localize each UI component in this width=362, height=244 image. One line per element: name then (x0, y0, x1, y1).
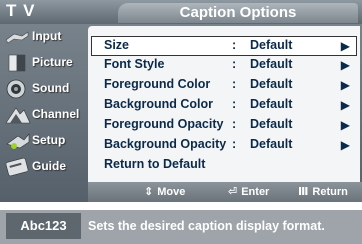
sidebar-item-channel[interactable]: Channel (0, 102, 88, 128)
input-icon (5, 31, 29, 44)
page-title: Caption Options (179, 4, 297, 21)
sidebar-item-picture[interactable]: Picture (0, 50, 88, 76)
guide-icon (5, 157, 29, 177)
menu-row-value: Default (250, 137, 293, 151)
sidebar-item-setup[interactable]: Setup (0, 128, 88, 154)
menu-row-colon: : (232, 57, 237, 71)
menu-row-value: Default (250, 77, 293, 91)
setup-icon (6, 133, 30, 149)
return-label: Return (312, 186, 348, 198)
menu-row-label: Background Opacity (104, 137, 227, 151)
sound-icon (6, 79, 26, 99)
menu-header: T V Caption Options (0, 0, 362, 24)
menu-row-label: Size (104, 38, 130, 52)
menu-row-colon: : (232, 97, 237, 111)
sidebar-item-label: Sound (32, 81, 70, 95)
right-arrow-icon: ▶ (340, 118, 350, 132)
menu-row-size[interactable]: Size : Default ▶ (91, 36, 357, 56)
menu-row-value: Default (250, 38, 293, 52)
caption-options-panel: Size : Default ▶ Font Style : Default ▶ … (88, 26, 360, 182)
enter-hint: ⏎ Enter (228, 185, 269, 198)
sidebar-item-label: Setup (32, 133, 66, 147)
menu-row-colon: : (232, 38, 237, 52)
help-tag: Abc123 (6, 213, 81, 239)
sidebar-item-label: Channel (32, 107, 80, 121)
menu-row-foreground-color[interactable]: Foreground Color : Default ▶ (92, 76, 356, 94)
channel-icon (5, 107, 31, 124)
help-text: Sets the desired caption display format. (88, 219, 325, 233)
sidebar: Input Picture Sound Channel Setup Guide (0, 24, 88, 182)
menu-row-label: Foreground Color (104, 77, 211, 91)
menu-footer: ⇕ Move ⏎ Enter Ⅲ Return (88, 182, 362, 202)
menu-row-background-opacity[interactable]: Background Opacity : Default ▶ (92, 136, 356, 154)
menu-row-value: Default (250, 117, 293, 131)
menu-row-foreground-opacity[interactable]: Foreground Opacity : Default ▶ (92, 116, 356, 134)
sidebar-item-label: Input (32, 29, 62, 43)
menu-row-font-style[interactable]: Font Style : Default ▶ (92, 56, 356, 74)
right-arrow-icon: ▶ (340, 78, 350, 92)
menu-category-label: T V (6, 1, 36, 20)
menu-row-value: Default (250, 57, 293, 71)
menu-row-label: Return to Default (104, 157, 206, 171)
menu-row-label: Background Color (104, 97, 214, 111)
move-hint: ⇕ Move (144, 185, 185, 198)
title-tab: Caption Options (118, 3, 358, 23)
right-arrow-icon: ▶ (340, 98, 350, 112)
menu-row-return-to-default[interactable]: Return to Default (92, 156, 356, 174)
updown-arrow-icon: ⇕ (144, 186, 154, 198)
menu-row-value: Default (250, 97, 293, 111)
menu-row-background-color[interactable]: Background Color : Default ▶ (92, 96, 356, 114)
menu-row-label: Font Style (104, 57, 165, 71)
sidebar-item-input[interactable]: Input (0, 24, 88, 50)
enter-icon: ⏎ (228, 186, 238, 198)
picture-icon (8, 54, 26, 72)
enter-label: Enter (241, 186, 270, 198)
sidebar-item-guide[interactable]: Guide (0, 154, 88, 180)
return-hint: Ⅲ Return (298, 185, 348, 198)
right-arrow-icon: ▶ (340, 138, 350, 152)
sidebar-item-label: Guide (32, 159, 67, 173)
menu-row-colon: : (232, 117, 237, 131)
menu-row-label: Foreground Opacity (104, 117, 224, 131)
move-label: Move (157, 186, 186, 198)
sidebar-item-sound[interactable]: Sound (0, 76, 88, 102)
right-arrow-icon: ▶ (340, 39, 350, 53)
return-icon: Ⅲ (298, 186, 309, 198)
sidebar-item-label: Picture (32, 55, 73, 69)
menu-row-colon: : (232, 137, 237, 151)
menu-row-colon: : (232, 77, 237, 91)
right-arrow-icon: ▶ (340, 58, 350, 72)
